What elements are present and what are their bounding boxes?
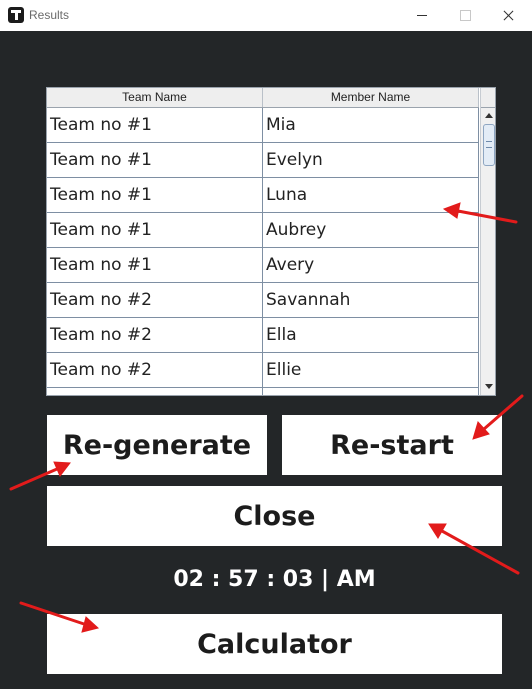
- team-cell[interactable]: Team no #1: [47, 143, 263, 177]
- table-row-partial[interactable]: [47, 388, 479, 395]
- team-cell[interactable]: Team no #2: [47, 318, 263, 352]
- member-cell[interactable]: Ellie: [263, 353, 479, 387]
- team-cell[interactable]: Team no #1: [47, 108, 263, 142]
- team-cell[interactable]: Team no #1: [47, 178, 263, 212]
- team-cell[interactable]: Team no #2: [47, 353, 263, 387]
- member-cell[interactable]: [263, 388, 479, 395]
- table-row[interactable]: Team no #2 Ellie: [47, 353, 479, 388]
- member-cell[interactable]: Mia: [263, 108, 479, 142]
- column-header-team-name[interactable]: Team Name: [47, 88, 263, 107]
- scroll-down-arrow-icon[interactable]: [481, 379, 495, 395]
- member-cell[interactable]: Luna: [263, 178, 479, 212]
- app-t-icon: [8, 7, 24, 23]
- title-bar: Results: [0, 0, 532, 31]
- scrollbar-header-corner: [481, 88, 495, 108]
- table-row[interactable]: Team no #1 Aubrey: [47, 213, 479, 248]
- member-cell[interactable]: Evelyn: [263, 143, 479, 177]
- team-cell[interactable]: [47, 388, 263, 395]
- calculator-button[interactable]: Calculator: [47, 614, 502, 674]
- window-title: Results: [29, 8, 70, 22]
- member-cell[interactable]: Aubrey: [263, 213, 479, 247]
- table-row[interactable]: Team no #1 Mia: [47, 108, 479, 143]
- table-body: Team no #1 Mia Team no #1 Evelyn Team no…: [47, 108, 479, 395]
- vertical-scrollbar[interactable]: [480, 88, 495, 395]
- table-row[interactable]: Team no #2 Ella: [47, 318, 479, 353]
- close-button[interactable]: Close: [47, 486, 502, 546]
- member-cell[interactable]: Avery: [263, 248, 479, 282]
- table-row[interactable]: Team no #1 Luna: [47, 178, 479, 213]
- member-cell[interactable]: Ella: [263, 318, 479, 352]
- results-table[interactable]: Team Name Member Name Team no #1 Mia Tea…: [46, 87, 496, 396]
- table-row[interactable]: Team no #1 Evelyn: [47, 143, 479, 178]
- table-row[interactable]: Team no #2 Savannah: [47, 283, 479, 318]
- minimize-icon[interactable]: [404, 0, 440, 31]
- team-cell[interactable]: Team no #2: [47, 283, 263, 317]
- restart-button[interactable]: Re-start: [282, 415, 502, 475]
- member-cell[interactable]: Savannah: [263, 283, 479, 317]
- close-window-icon[interactable]: [490, 0, 526, 31]
- table-row[interactable]: Team no #1 Avery: [47, 248, 479, 283]
- clock-display: 02 : 57 : 03 | AM: [173, 567, 376, 592]
- column-header-member-name[interactable]: Member Name: [263, 88, 479, 107]
- scrollbar-thumb[interactable]: [483, 124, 495, 166]
- maximize-icon[interactable]: [446, 0, 482, 31]
- regenerate-button[interactable]: Re-generate: [47, 415, 267, 475]
- table-header: Team Name Member Name: [47, 88, 479, 108]
- scroll-up-arrow-icon[interactable]: [481, 108, 495, 124]
- team-cell[interactable]: Team no #1: [47, 248, 263, 282]
- team-cell[interactable]: Team no #1: [47, 213, 263, 247]
